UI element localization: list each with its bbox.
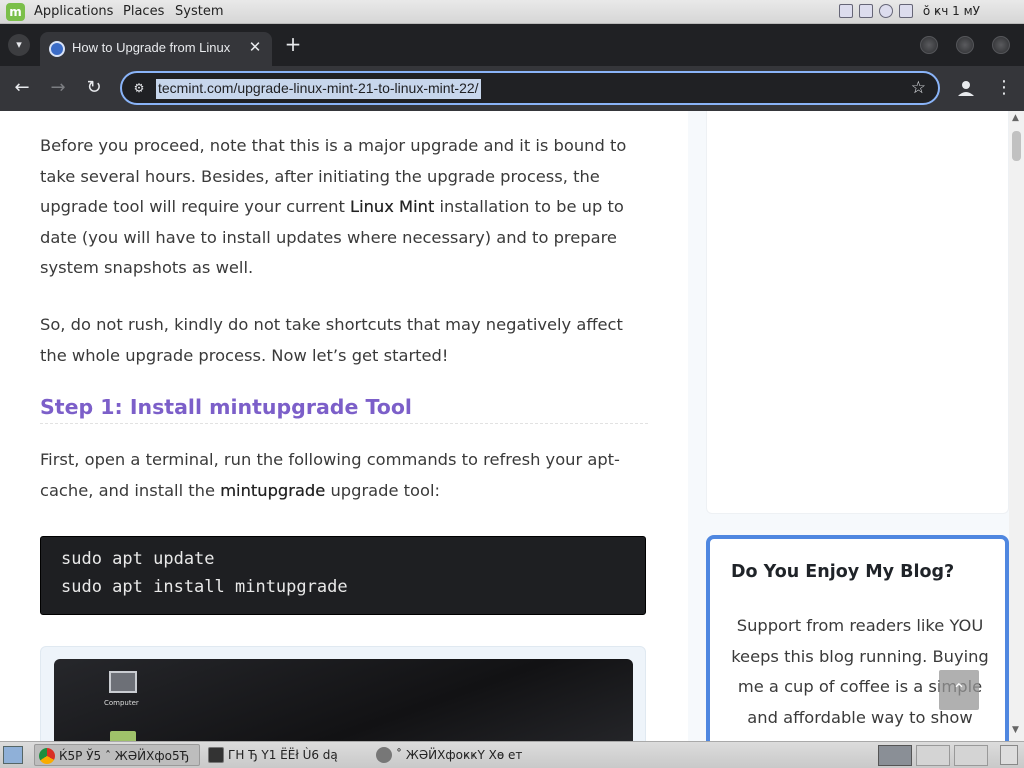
network-icon[interactable]	[838, 4, 853, 18]
reload-icon[interactable]: ↻	[82, 76, 106, 100]
desktop-screenshot[interactable]: Computer	[54, 659, 633, 741]
taskbar-item-label: ГН Ђ Ү1 ЁЁł Ù6 dą	[228, 748, 338, 762]
shield-app-icon	[376, 747, 392, 763]
places-menu[interactable]: Places	[123, 4, 164, 19]
user-icon[interactable]	[1000, 4, 1016, 18]
site-info-icon[interactable]: ⚙	[131, 80, 147, 96]
tab-strip: ▾ How to Upgrade from Linux ✕ +	[0, 24, 1024, 66]
forward-arrow-icon[interactable]: →	[46, 76, 70, 100]
volume-icon[interactable]	[898, 4, 913, 18]
workspace-2[interactable]	[916, 745, 950, 766]
close-icon[interactable]: ✕	[246, 38, 264, 56]
workspace-1[interactable]	[878, 745, 912, 766]
back-arrow-icon[interactable]: ←	[10, 76, 34, 100]
sidebar-ad-slot	[706, 111, 1009, 514]
web-page: Before you proceed, note that this is a …	[0, 111, 1024, 741]
code-line: sudo apt update	[61, 549, 215, 569]
scroll-thumb[interactable]	[1012, 131, 1021, 161]
support-box: Do You Enjoy My Blog? Support from reade…	[706, 535, 1009, 741]
maximize-button[interactable]	[956, 36, 974, 54]
article: Before you proceed, note that this is a …	[0, 111, 688, 741]
terminal-paragraph: First, open a terminal, run the followin…	[40, 450, 620, 500]
taskbar: Ќ5Р Ў5 ˆ ЖӘӤХфо5Ђ ГН Ђ Ү1 ЁЁł Ù6 dą ˚ ЖӘ…	[0, 741, 1024, 768]
tecmint-favicon-icon	[49, 41, 65, 57]
code-block[interactable]: sudo apt update sudo apt install mintupg…	[40, 536, 646, 615]
mint-menu-icon[interactable]: m	[6, 3, 25, 21]
browser-toolbar: ← → ↻ ⚙ tecmint.com/upgrade-linux-mint-2…	[0, 66, 1024, 111]
url-text[interactable]: tecmint.com/upgrade-linux-mint-21-to-lin…	[156, 79, 481, 99]
taskbar-item-chrome[interactable]: Ќ5Р Ў5 ˆ ЖӘӤХфо5Ђ	[34, 744, 200, 766]
taskbar-item-label: Ќ5Р Ў5 ˆ ЖӘӤХфо5Ђ	[59, 749, 190, 763]
plus-icon[interactable]: +	[282, 34, 304, 56]
applications-menu[interactable]: Applications	[34, 4, 113, 19]
rush-paragraph: So, do not rush, kindly do not take shor…	[40, 315, 623, 365]
bookmark-star-icon[interactable]: ☆	[911, 78, 926, 98]
page-scrollbar[interactable]: ▲ ▼	[1009, 111, 1024, 741]
update-manager-icon[interactable]	[858, 4, 873, 18]
clock[interactable]: ŏ ҝч 1 мУ	[923, 4, 980, 18]
terminal-icon	[208, 747, 224, 763]
window-controls	[920, 36, 1010, 54]
computer-label: Computer	[104, 699, 139, 707]
code-line: sudo apt install mintupgrade	[61, 577, 348, 597]
support-title: Do You Enjoy My Blog?	[731, 562, 955, 582]
system-tray: ŏ ҝч 1 мУ	[838, 4, 1016, 18]
step-heading: Step 1: Install mintupgrade Tool	[40, 395, 412, 419]
system-menu[interactable]: System	[175, 4, 223, 19]
profile-icon[interactable]	[954, 76, 978, 100]
more-menu-icon[interactable]: ⋮	[995, 76, 1013, 100]
intro-paragraph: Before you proceed, note that this is a …	[40, 136, 627, 278]
scroll-up-arrow-icon[interactable]: ▲	[1012, 113, 1019, 123]
shield-icon[interactable]	[878, 4, 893, 18]
system-panel: m Applications Places System ŏ ҝч 1 мУ	[0, 0, 1024, 24]
scroll-down-arrow-icon[interactable]: ▼	[1012, 725, 1019, 735]
taskbar-item-label: ˚ ЖӘӤХфоҝҝҮ Хө ет	[396, 748, 523, 762]
chevron-down-icon[interactable]: ▾	[8, 34, 30, 56]
folder-icon	[110, 731, 136, 741]
show-desktop-icon[interactable]	[3, 746, 23, 764]
computer-icon	[109, 671, 137, 693]
minimize-button[interactable]	[920, 36, 938, 54]
trash-icon[interactable]	[1000, 745, 1018, 765]
chrome-icon	[39, 748, 55, 764]
workspace-3[interactable]	[954, 745, 988, 766]
screenshot-frame: Computer	[40, 646, 646, 741]
taskbar-item-terminal[interactable]: ГН Ђ Ү1 ЁЁł Ù6 dą	[204, 744, 364, 766]
taskbar-item-app[interactable]: ˚ ЖӘӤХфоҝҝҮ Хө ет	[372, 744, 592, 766]
tab-active[interactable]: How to Upgrade from Linux ✕	[40, 32, 272, 66]
address-bar[interactable]: ⚙ tecmint.com/upgrade-linux-mint-21-to-l…	[120, 71, 940, 105]
heading-divider	[40, 423, 648, 424]
scroll-to-top-button[interactable]: ⌃	[939, 670, 979, 710]
tab-title: How to Upgrade from Linux	[72, 40, 231, 55]
close-window-button[interactable]	[992, 36, 1010, 54]
